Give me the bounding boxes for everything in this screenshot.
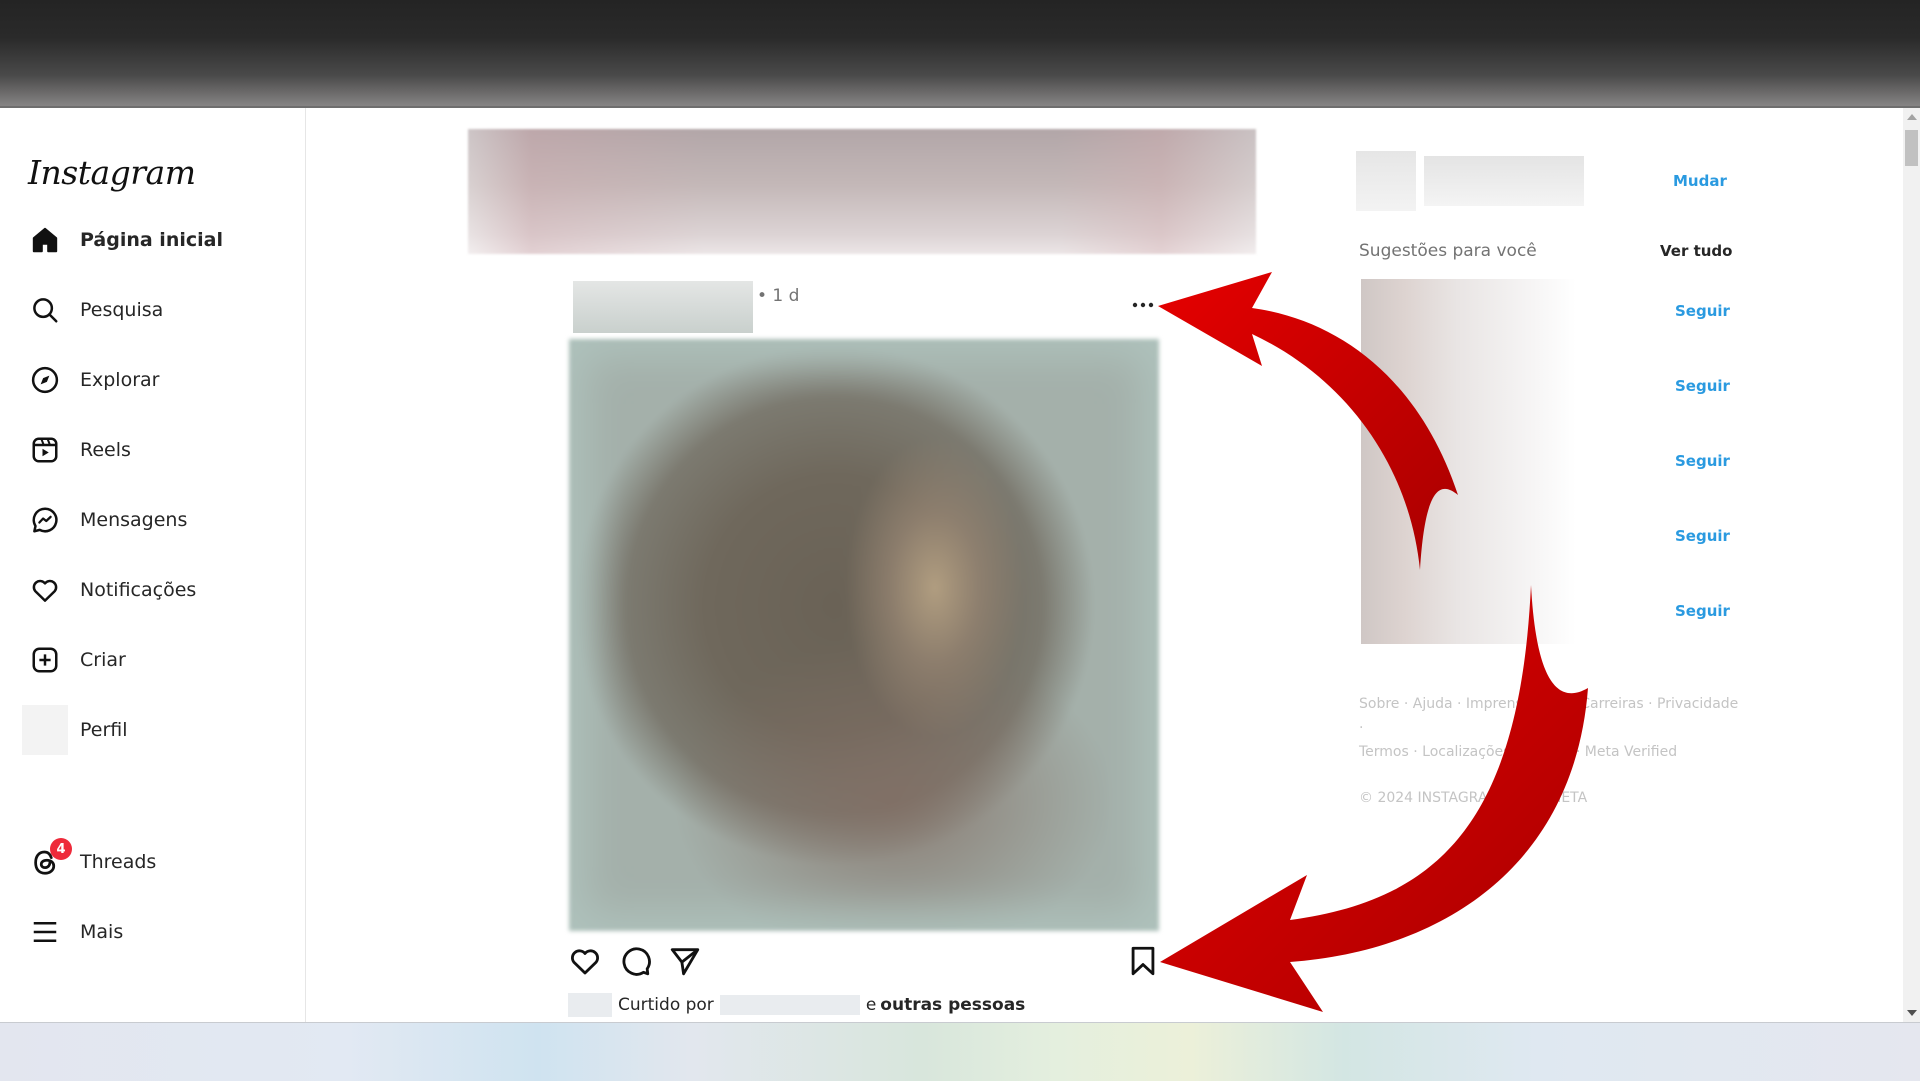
- suggestions-list-blurred: [1361, 279, 1576, 644]
- instagram-page: Instagram Página inicial Pesquisa Explor…: [0, 108, 1920, 1022]
- footer-links-line[interactable]: Sobre · Ajuda · Imprensa · API · Carreir…: [1359, 692, 1739, 740]
- share-icon: [670, 948, 700, 976]
- share-button[interactable]: [668, 944, 702, 978]
- likes-connector: e: [865, 995, 877, 1015]
- scroll-up-arrow-icon[interactable]: [1907, 114, 1917, 120]
- copyright: © 2024 INSTAGRAM FROM META: [1359, 790, 1588, 806]
- instagram-logo[interactable]: Instagram: [28, 153, 196, 192]
- window-top-chrome: [0, 0, 1920, 108]
- sidebar-item-messages[interactable]: Mensagens: [28, 496, 187, 544]
- sidebar-item-notifications[interactable]: Notificações: [28, 566, 196, 614]
- post-timestamp: • 1 d: [757, 286, 800, 306]
- current-user-name-blurred[interactable]: [1424, 156, 1584, 206]
- post-image-blurred[interactable]: [569, 339, 1159, 931]
- avatar: [22, 705, 68, 755]
- current-user-avatar-blurred[interactable]: [1356, 151, 1416, 211]
- suggestions-title: Sugestões para você: [1359, 241, 1537, 261]
- notification-badge: 4: [50, 838, 72, 860]
- sidebar-item-threads[interactable]: 4 Threads: [28, 838, 156, 886]
- comment-icon: [622, 947, 651, 976]
- scroll-down-arrow-icon[interactable]: [1907, 1010, 1917, 1016]
- likes-others-link[interactable]: outras pessoas: [880, 995, 1025, 1015]
- more-options-button[interactable]: [1128, 292, 1158, 312]
- sidebar-item-profile[interactable]: Perfil: [22, 705, 128, 755]
- sidebar-item-label: Threads: [80, 851, 157, 873]
- home-icon: [28, 223, 62, 257]
- sidebar-item-label: Criar: [80, 649, 126, 671]
- heart-icon: [571, 949, 599, 975]
- sidebar-item-more[interactable]: Mais: [28, 908, 123, 956]
- sidebar: Instagram Página inicial Pesquisa Explor…: [0, 108, 306, 1022]
- footer-links-line[interactable]: Termos · Localizações · Idioma · Meta Ve…: [1359, 740, 1739, 764]
- more-horizontal-icon: [1132, 293, 1154, 312]
- messenger-icon: [28, 503, 62, 537]
- compass-icon: [28, 363, 62, 397]
- likes-summary: Curtido por e outras pessoas: [568, 992, 1025, 1018]
- follow-button[interactable]: Seguir: [1675, 527, 1730, 545]
- sidebar-item-search[interactable]: Pesquisa: [28, 286, 163, 334]
- menu-icon: [28, 915, 62, 949]
- comment-button[interactable]: [618, 944, 652, 978]
- see-all-link[interactable]: Ver tudo: [1660, 242, 1732, 260]
- follow-button[interactable]: Seguir: [1675, 602, 1730, 620]
- likes-prefix: Curtido por: [618, 995, 714, 1015]
- stories-tray-blurred[interactable]: [468, 129, 1256, 254]
- heart-icon: [28, 573, 62, 607]
- page-scrollbar[interactable]: [1903, 108, 1920, 1022]
- like-button[interactable]: [568, 944, 602, 978]
- switch-account-link[interactable]: Mudar: [1673, 172, 1727, 190]
- threads-icon: 4: [28, 838, 72, 879]
- window-bottom-chrome: [0, 1022, 1920, 1081]
- sidebar-item-label: Mensagens: [80, 509, 188, 531]
- sidebar-item-label: Reels: [80, 439, 131, 461]
- liker-avatar-blurred: [568, 993, 612, 1017]
- reels-icon: [28, 433, 62, 467]
- sidebar-item-home[interactable]: Página inicial: [28, 216, 223, 264]
- sidebar-item-label: Perfil: [80, 719, 128, 741]
- liker-name-blurred[interactable]: [719, 995, 860, 1015]
- footer-links: Sobre · Ajuda · Imprensa · API · Carreir…: [1359, 692, 1739, 810]
- sidebar-item-explore[interactable]: Explorar: [28, 356, 159, 404]
- sidebar-item-label: Mais: [80, 921, 124, 943]
- sidebar-item-label: Notificações: [80, 579, 197, 601]
- follow-button[interactable]: Seguir: [1675, 452, 1730, 470]
- plus-square-icon: [28, 643, 62, 677]
- sidebar-item-label: Explorar: [80, 369, 160, 391]
- post-author-blurred[interactable]: [573, 281, 753, 333]
- search-icon: [28, 293, 62, 327]
- sidebar-item-label: Página inicial: [80, 229, 223, 251]
- sidebar-item-label: Pesquisa: [80, 299, 164, 321]
- sidebar-item-reels[interactable]: Reels: [28, 426, 131, 474]
- bookmark-icon: [1131, 946, 1155, 976]
- follow-button[interactable]: Seguir: [1675, 377, 1730, 395]
- sidebar-item-create[interactable]: Criar: [28, 636, 126, 684]
- save-button[interactable]: [1126, 944, 1160, 978]
- scrollbar-thumb[interactable]: [1905, 130, 1918, 166]
- follow-button[interactable]: Seguir: [1675, 302, 1730, 320]
